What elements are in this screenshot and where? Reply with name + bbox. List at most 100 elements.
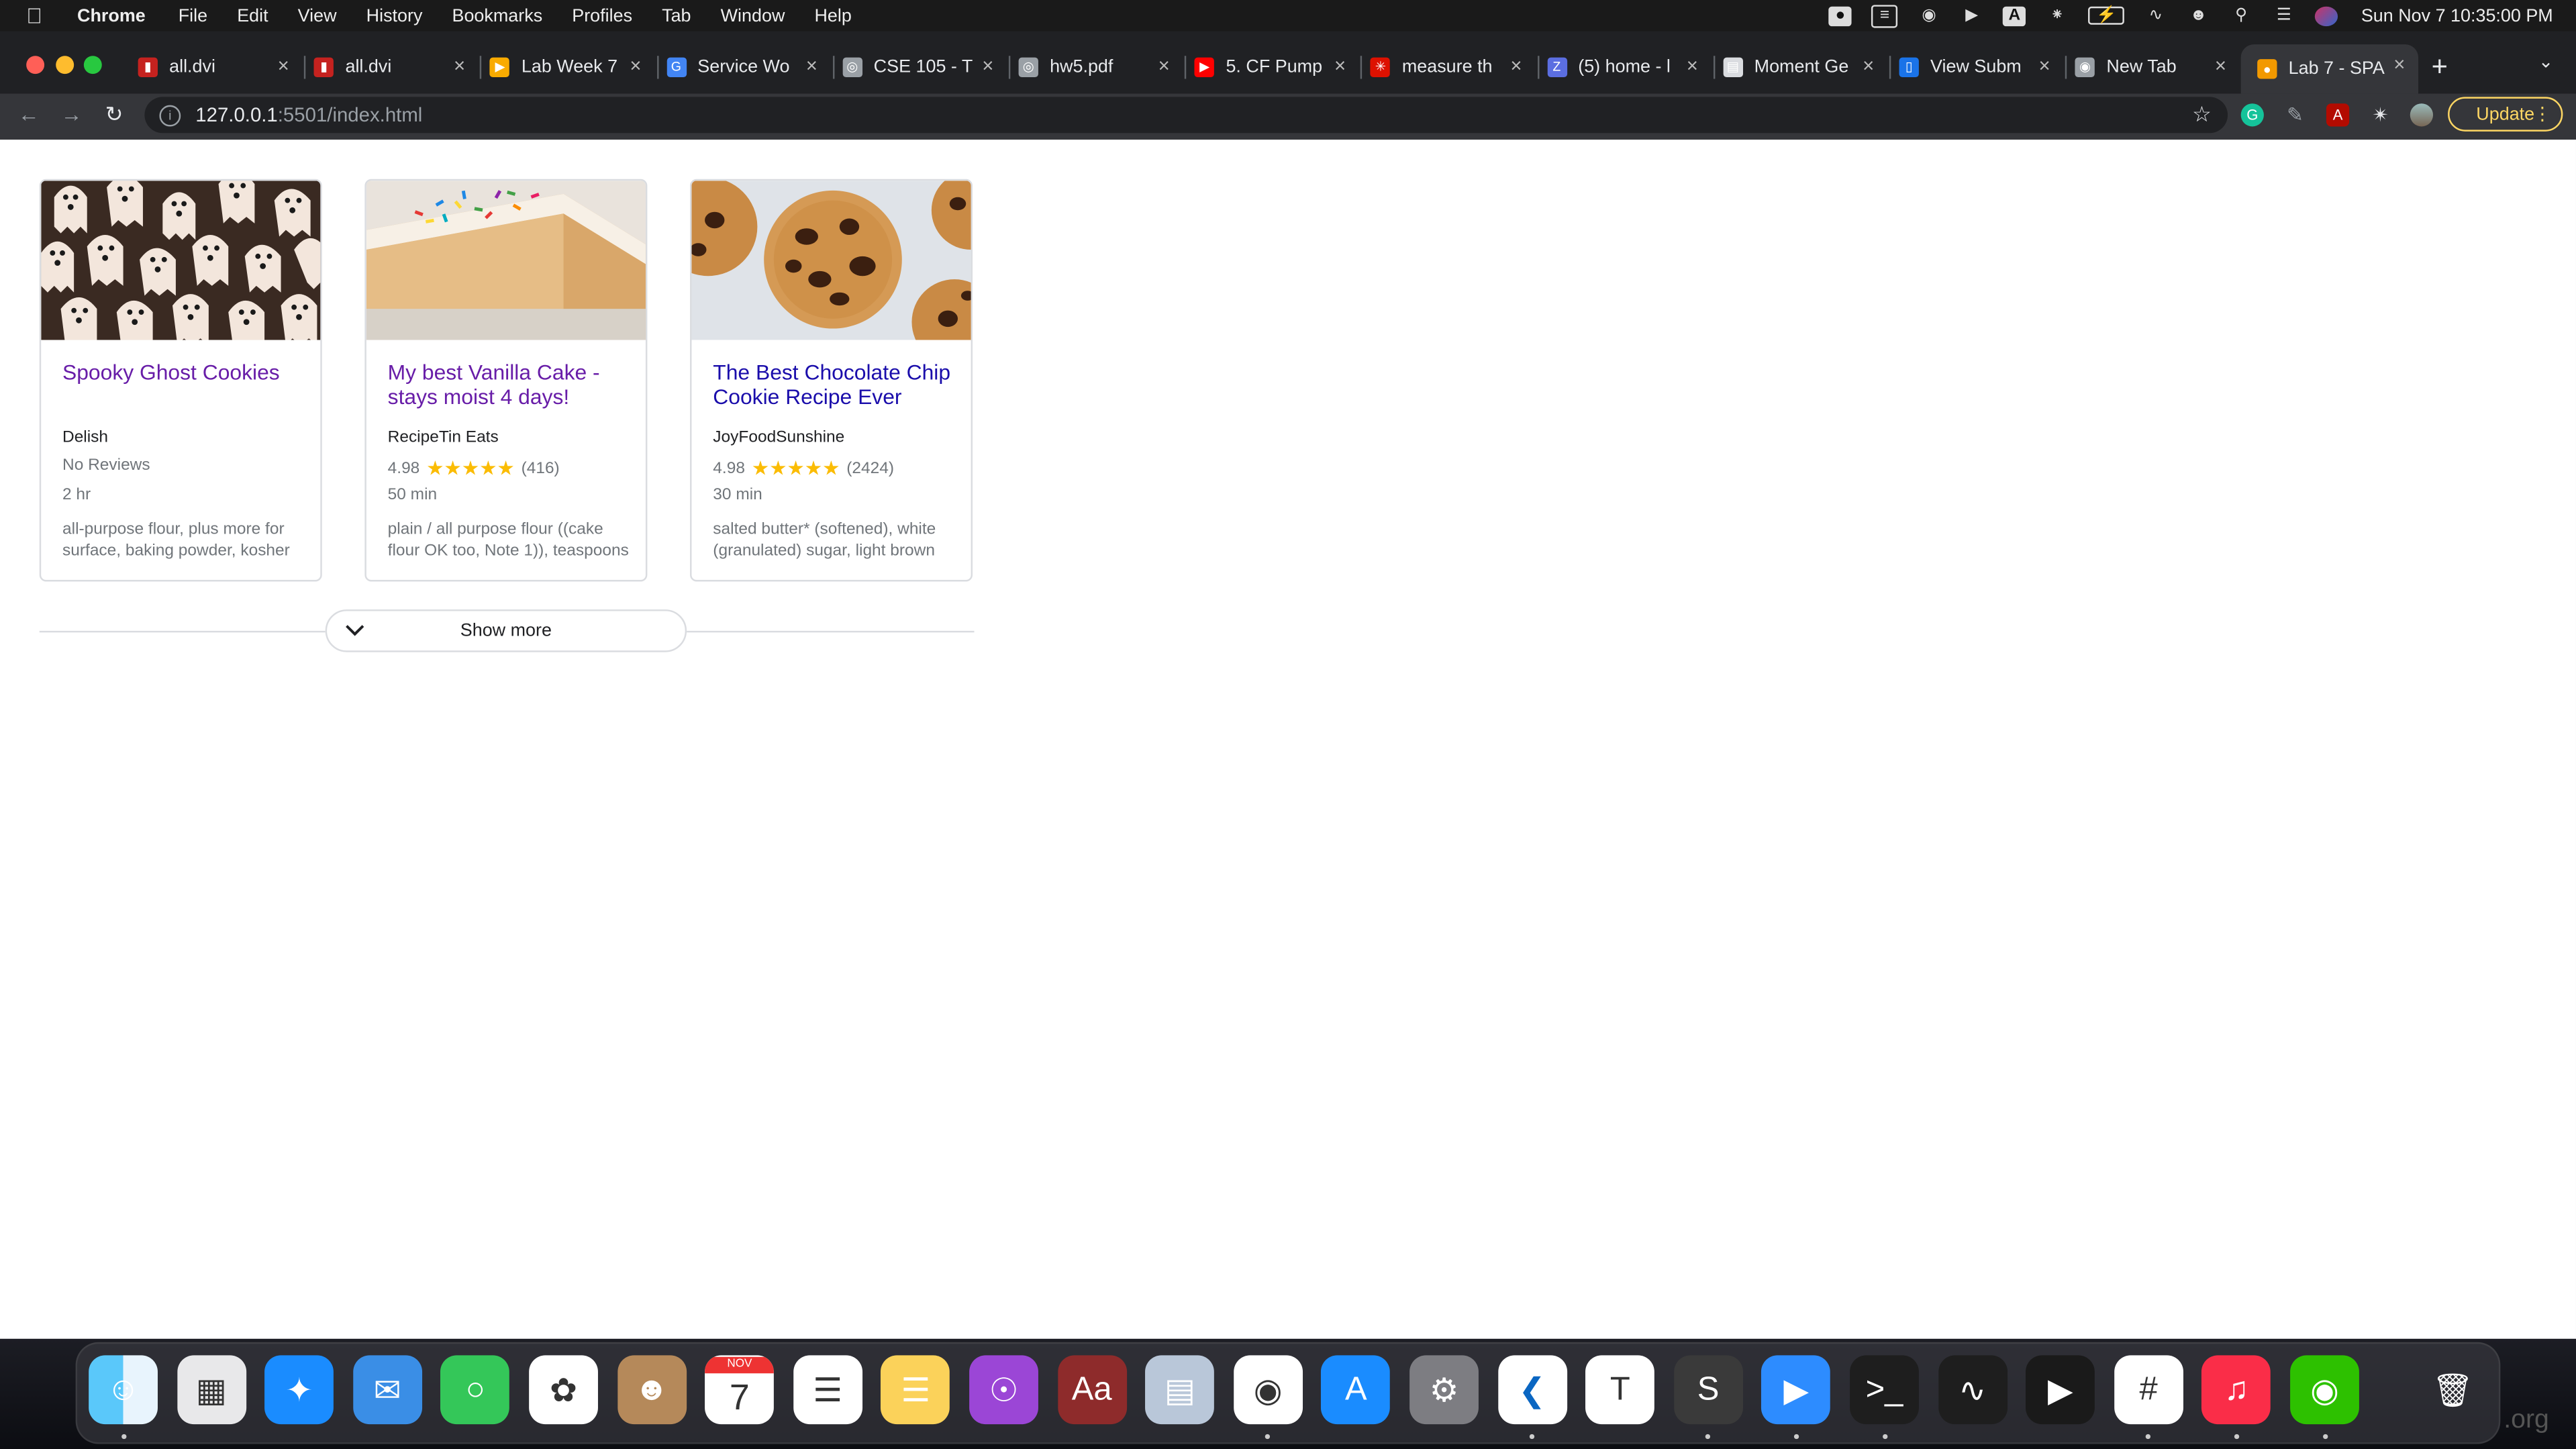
- menu-help[interactable]: Help: [814, 6, 851, 26]
- siri-icon[interactable]: [2315, 5, 2338, 26]
- tab-lab-week-7[interactable]: ▶ Lab Week 7 ×: [480, 46, 648, 87]
- menu-app[interactable]: Chrome: [77, 6, 146, 26]
- menu-view[interactable]: View: [298, 6, 337, 26]
- dock-terminal-icon[interactable]: >_: [1850, 1355, 1919, 1425]
- dock-system-preferences-icon[interactable]: ⚙: [1409, 1355, 1479, 1425]
- tab-moment-ge[interactable]: ▤ Moment Ge ×: [1713, 46, 1881, 87]
- dock-wechat-icon[interactable]: ◉: [2290, 1355, 2359, 1425]
- extensions-icon[interactable]: ✴: [2369, 103, 2392, 126]
- battery-icon[interactable]: ⚡: [2088, 6, 2125, 25]
- recipe-card[interactable]: My best Vanilla Cake - stays moist 4 day…: [364, 179, 648, 582]
- apple-icon[interactable]: : [26, 3, 49, 28]
- forward-icon[interactable]: →: [61, 102, 83, 127]
- tab-5-cf-pump[interactable]: ▶ 5. CF Pump ×: [1185, 46, 1352, 87]
- close-tab-icon[interactable]: ×: [2215, 54, 2226, 77]
- close-tab-icon[interactable]: ×: [278, 54, 289, 77]
- pen-icon[interactable]: ✎: [2283, 103, 2306, 126]
- tab-service-wo[interactable]: G Service Wo ×: [656, 46, 824, 87]
- tab-5-home-l[interactable]: Z (5) home - l ×: [1537, 46, 1705, 87]
- dock-chrome-icon[interactable]: ◉: [1233, 1355, 1303, 1425]
- tab-all-dvi[interactable]: ▮ all.dvi ×: [138, 46, 296, 87]
- info-icon[interactable]: i: [159, 104, 181, 126]
- recipe-image-ghost-cookies[interactable]: [41, 181, 321, 340]
- profile-avatar[interactable]: [2410, 103, 2434, 127]
- dock-calendar-icon[interactable]: NOV 7: [705, 1355, 775, 1425]
- dock-zoom-icon[interactable]: ▶: [1761, 1355, 1831, 1425]
- dock-infuse-icon[interactable]: ▶: [2026, 1355, 2095, 1425]
- tab-cse-105-t[interactable]: ◎ CSE 105 - T ×: [832, 46, 1000, 87]
- dock-notes-icon[interactable]: ☰: [881, 1355, 950, 1425]
- zoom-window-icon[interactable]: [83, 56, 102, 74]
- camera-icon[interactable]: ●: [1828, 5, 1852, 26]
- bookmark-star-icon[interactable]: ☆: [2192, 102, 2212, 128]
- recipe-title[interactable]: My best Vanilla Cake - stays moist 4 day…: [388, 360, 634, 409]
- user-icon[interactable]: ☻: [2187, 6, 2210, 26]
- menu-window[interactable]: Window: [721, 6, 785, 26]
- dock-messages-icon[interactable]: ○: [440, 1355, 510, 1425]
- menu-tab[interactable]: Tab: [662, 6, 691, 26]
- clock[interactable]: Sun Nov 7 10:35:00 PM: [2361, 6, 2553, 26]
- close-tab-icon[interactable]: ×: [1510, 54, 1522, 77]
- close-tab-icon[interactable]: ×: [630, 54, 641, 77]
- dock-photos-icon[interactable]: ✿: [529, 1355, 598, 1425]
- dock-slack-icon[interactable]: #: [2114, 1355, 2183, 1425]
- acrobat-icon[interactable]: A: [2326, 103, 2350, 127]
- control-center-icon[interactable]: ☰: [2273, 6, 2295, 26]
- close-tab-icon[interactable]: ×: [1687, 54, 1698, 77]
- close-tab-icon[interactable]: ×: [2393, 52, 2405, 75]
- input-source-icon[interactable]: A: [2003, 5, 2026, 26]
- recipe-title[interactable]: The Best Chocolate Chip Cookie Recipe Ev…: [713, 360, 959, 409]
- dock-mail-icon[interactable]: ✉: [352, 1355, 422, 1425]
- menu-file[interactable]: File: [179, 6, 207, 26]
- menu-edit[interactable]: Edit: [237, 6, 268, 26]
- notion-icon[interactable]: ≡: [1871, 4, 1898, 28]
- back-icon[interactable]: ←: [18, 102, 40, 127]
- dock-app-store-icon[interactable]: A: [1321, 1355, 1391, 1425]
- menu-history[interactable]: History: [366, 6, 423, 26]
- close-tab-icon[interactable]: ×: [2039, 54, 2050, 77]
- dock-launchpad-icon[interactable]: ▦: [177, 1355, 246, 1425]
- minimize-window-icon[interactable]: [56, 56, 75, 74]
- tab-measure-th[interactable]: ✳ measure th ×: [1360, 46, 1528, 87]
- tab-view-subm[interactable]: ▯ View Subm ×: [1889, 46, 2057, 87]
- show-more-button[interactable]: Show more: [325, 609, 687, 652]
- dock-trash-icon[interactable]: 🗑: [2418, 1355, 2487, 1424]
- dock-safari-icon[interactable]: ✦: [264, 1355, 334, 1425]
- recipe-title[interactable]: Spooky Ghost Cookies: [62, 360, 309, 385]
- close-tab-icon[interactable]: ×: [982, 54, 993, 77]
- bluetooth-icon[interactable]: ⁕: [2046, 6, 2069, 26]
- close-tab-icon[interactable]: ×: [454, 54, 465, 77]
- dock-dictionary-icon[interactable]: Aa: [1057, 1355, 1127, 1425]
- tab-new-tab[interactable]: ◉ New Tab ×: [2065, 46, 2233, 87]
- tab-search-icon[interactable]: ⌄: [2538, 51, 2554, 72]
- dock-contacts-icon[interactable]: ☻: [617, 1355, 687, 1425]
- menu-bookmarks[interactable]: Bookmarks: [452, 6, 542, 26]
- close-tab-icon[interactable]: ×: [1334, 54, 1346, 77]
- play-icon[interactable]: ▶: [1961, 6, 1983, 26]
- search-icon[interactable]: ⚲: [2230, 6, 2252, 26]
- close-tab-icon[interactable]: ×: [1158, 54, 1170, 77]
- dock-preview-icon[interactable]: ▤: [1145, 1355, 1215, 1425]
- dock-sublime-text-icon[interactable]: S: [1673, 1355, 1743, 1425]
- close-tab-icon[interactable]: ×: [806, 54, 818, 77]
- update-button[interactable]: Update ⋮: [2448, 97, 2563, 132]
- recipe-card[interactable]: Spooky Ghost Cookies Delish No Reviews 2…: [39, 179, 322, 582]
- tab-all-dvi[interactable]: ▮ all.dvi ×: [304, 46, 472, 87]
- menu-profiles[interactable]: Profiles: [572, 6, 632, 26]
- reload-icon[interactable]: ↻: [105, 102, 123, 128]
- dock-reminders-icon[interactable]: ☰: [793, 1355, 862, 1425]
- address-bar[interactable]: i 127.0.0.1:5501/index.html ☆: [144, 97, 2228, 134]
- recipe-image-vanilla-cake[interactable]: [366, 181, 646, 340]
- dock-finder-icon[interactable]: ☺: [89, 1355, 158, 1425]
- dock-activity-monitor-icon[interactable]: ∿: [1938, 1355, 2008, 1425]
- wechat-icon[interactable]: ◉: [1918, 6, 1940, 26]
- dock-typora-icon[interactable]: T: [1585, 1355, 1655, 1425]
- wifi-off-icon[interactable]: ∿: [2144, 6, 2167, 26]
- grammarly-icon[interactable]: G: [2240, 103, 2264, 127]
- close-tab-icon[interactable]: ×: [1863, 54, 1874, 77]
- dock-vs-code-icon[interactable]: ❮: [1497, 1355, 1567, 1425]
- tab-hw5-pdf[interactable]: ◎ hw5.pdf ×: [1008, 46, 1177, 87]
- more-icon[interactable]: ⋮: [2533, 103, 2551, 125]
- close-window-icon[interactable]: [26, 56, 45, 74]
- tab-lab-7-spa[interactable]: ● Lab 7 - SPA ×: [2240, 44, 2419, 94]
